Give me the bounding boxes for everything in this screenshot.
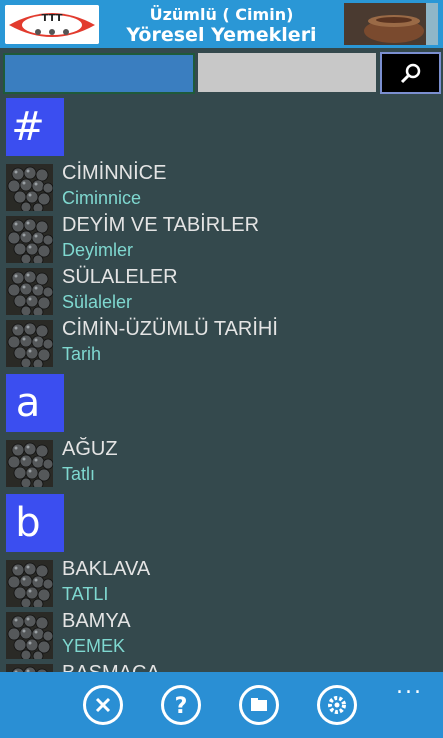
search-filter-field[interactable]	[198, 53, 376, 92]
search-bar	[0, 50, 443, 94]
help-icon: ?	[175, 694, 188, 719]
item-title: DEYİM VE TABİRLER	[62, 214, 260, 236]
grape-thumbnail	[6, 664, 53, 672]
close-icon	[95, 697, 111, 713]
folder-button[interactable]	[239, 685, 279, 725]
folder-icon	[251, 698, 267, 711]
item-title: SÜLALELER	[62, 266, 178, 288]
close-button[interactable]	[83, 685, 123, 725]
item-title: BAKLAVA	[62, 558, 151, 580]
item-title: AĞUZ	[62, 438, 118, 460]
grape-thumbnail	[6, 164, 53, 211]
item-title: CİMİNNİCE	[62, 162, 167, 184]
app-banner: TTT Üzümlü ( Cimin) Yöresel Yemekleri	[0, 0, 443, 48]
item-subtitle: Tatlı	[62, 464, 96, 484]
item-subtitle: Deyimler	[62, 240, 134, 260]
grape-thumbnail	[6, 560, 53, 607]
help-button[interactable]: ?	[161, 685, 201, 725]
svg-text:?: ?	[175, 694, 188, 719]
banner-logo: TTT	[5, 5, 99, 44]
group-header[interactable]: a	[6, 374, 64, 432]
grape-thumbnail	[6, 440, 53, 487]
list-item[interactable]: BAMYA YEMEK	[6, 610, 436, 660]
svg-text:TTT: TTT	[42, 13, 63, 24]
grape-thumbnail	[6, 612, 53, 659]
food-list[interactable]: # CİMİNNİCE Ciminnice DEYİM VE TABİRLER Deyi…	[0, 96, 443, 672]
list-item[interactable]: DEYİM VE TABİRLER Deyimler	[6, 214, 436, 264]
item-subtitle: TATLI	[62, 584, 109, 604]
item-subtitle: YEMEK	[62, 636, 126, 656]
grape-thumbnail	[6, 268, 53, 315]
more-button[interactable]: ...	[396, 674, 423, 699]
group-header[interactable]: b	[6, 494, 64, 552]
list-item[interactable]: CİMİN-ÜZÜMLÜ TARİHİ Tarih	[6, 318, 436, 368]
item-title: BASMACA	[62, 662, 160, 672]
item-subtitle: Ciminnice	[62, 188, 142, 208]
banner-pot-image	[344, 3, 438, 45]
list-item[interactable]: BASMACA	[6, 662, 436, 672]
search-input[interactable]	[3, 53, 195, 94]
list-item[interactable]: CİMİNNİCE Ciminnice	[6, 162, 436, 212]
item-subtitle: Sülaleler	[62, 292, 133, 312]
group-header[interactable]: #	[6, 98, 64, 156]
search-button[interactable]	[380, 52, 441, 94]
item-title: CİMİN-ÜZÜMLÜ TARİHİ	[62, 318, 278, 340]
grape-thumbnail	[6, 320, 53, 367]
settings-icon	[328, 696, 346, 714]
list-item[interactable]: BAKLAVA TATLI	[6, 558, 436, 608]
list-item[interactable]: AĞUZ Tatlı	[6, 438, 436, 488]
banner-title-line1: Üzümlü ( Cimin)	[149, 5, 294, 24]
item-title: BAMYA	[62, 610, 131, 632]
grape-thumbnail	[6, 216, 53, 263]
banner-title-line2: Yöresel Yemekleri	[126, 24, 317, 46]
app-bar: ? ...	[0, 672, 443, 738]
list-item[interactable]: SÜLALELER Sülaleler	[6, 266, 436, 316]
settings-button[interactable]	[317, 685, 357, 725]
search-icon	[400, 63, 421, 84]
item-subtitle: Tarih	[62, 344, 102, 364]
